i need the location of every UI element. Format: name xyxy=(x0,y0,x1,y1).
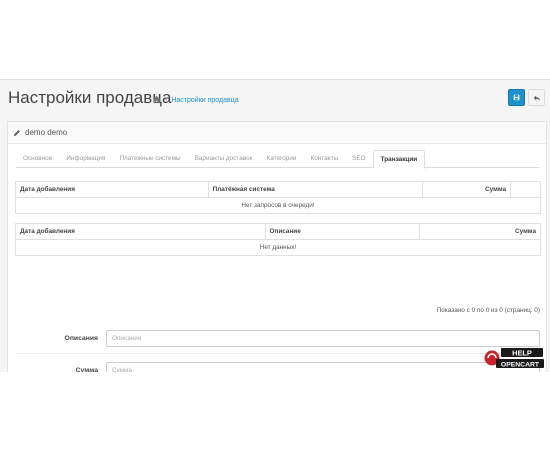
column-header-amount[interactable]: Сумма xyxy=(419,223,541,240)
breadcrumb-home[interactable] xyxy=(152,95,161,106)
column-header-payment-system[interactable]: Платёжная система xyxy=(207,181,424,198)
description-input[interactable] xyxy=(106,330,540,347)
breadcrumb: › Настройки продавца xyxy=(152,95,239,106)
tab-general[interactable]: Основное xyxy=(16,150,59,168)
watermark-line2: OPENCART xyxy=(501,361,540,368)
pencil-icon xyxy=(13,129,21,136)
back-button[interactable] xyxy=(528,89,545,106)
settings-tabs: Основное Информация Платежные системы Ва… xyxy=(16,150,540,169)
column-header-description[interactable]: Описание xyxy=(264,223,421,240)
breadcrumb-current-link[interactable]: Настройки продавца xyxy=(171,97,238,104)
top-margin xyxy=(0,0,550,79)
empty-transactions-message: Нет данных! xyxy=(15,239,541,256)
save-button[interactable] xyxy=(508,89,525,106)
panel-heading: demo demo xyxy=(8,122,546,144)
tab-shipping-options[interactable]: Варианты доставок xyxy=(188,150,260,168)
home-icon xyxy=(152,95,161,104)
column-header-amount[interactable]: Сумма xyxy=(422,181,512,198)
table-header-row: Дата добавления Платёжная система Сумма xyxy=(15,181,541,198)
page-header: Настройки продавца › Настройки продавца xyxy=(0,80,550,118)
empty-queue-message: Нет запросов в очереди! xyxy=(15,197,541,214)
seller-settings-panel: demo demo Основное Информация Платежные … xyxy=(7,121,548,379)
column-header-actions xyxy=(510,181,541,198)
column-header-date[interactable]: Дата добавления xyxy=(15,223,266,240)
table-row: Нет запросов в очереди! xyxy=(15,197,541,214)
tab-information[interactable]: Информация xyxy=(59,150,112,168)
pagination-info: Показано с 0 по 0 из 0 (страниц: 0) xyxy=(436,307,540,314)
panel-title: demo demo xyxy=(25,128,68,137)
admin-page: Настройки продавца › Настройки продавца xyxy=(0,79,550,379)
page-title: Настройки продавца xyxy=(8,88,172,107)
tab-payment-systems[interactable]: Платежные системы xyxy=(112,150,187,168)
column-header-date[interactable]: Дата добавления xyxy=(15,181,209,198)
tab-transactions[interactable]: Транзакции xyxy=(372,150,426,169)
help-opencart-watermark: HELP OPENCART xyxy=(484,348,544,368)
table-row: Нет данных! xyxy=(15,239,541,256)
form-divider xyxy=(16,353,540,354)
transactions-table: Дата добавления Описание Сумма Нет данны… xyxy=(15,223,541,256)
watermark-line1: HELP xyxy=(512,348,532,357)
breadcrumb-separator: › xyxy=(165,97,168,104)
bottom-margin xyxy=(0,372,550,450)
description-label: Описания xyxy=(64,335,98,342)
reply-icon xyxy=(533,95,540,101)
save-icon xyxy=(513,94,520,101)
table-header-row: Дата добавления Описание Сумма xyxy=(15,223,541,240)
description-form-group: Описания xyxy=(8,330,548,348)
tab-categories[interactable]: Категории xyxy=(260,150,304,168)
tab-contacts[interactable]: Контакты xyxy=(303,150,345,168)
queue-table: Дата добавления Платёжная система Сумма … xyxy=(15,181,541,214)
tab-seo[interactable]: SEO xyxy=(345,150,373,168)
